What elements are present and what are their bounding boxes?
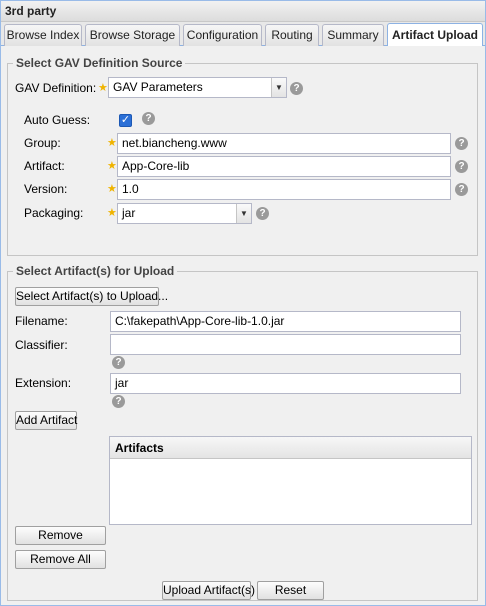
checkmark-icon: ✓: [120, 114, 131, 126]
artifact-label: Artifact:: [24, 159, 65, 173]
required-star-icon: ★: [107, 137, 117, 149]
tab-artifact-upload[interactable]: Artifact Upload: [387, 23, 483, 46]
tab-routing[interactable]: Routing: [265, 24, 319, 46]
artifact-upload-panel: Select GAV Definition Source GAV Definit…: [1, 47, 485, 605]
nexus-repository-panel: 3rd party Browse Index Browse Storage Co…: [0, 0, 486, 606]
help-icon[interactable]: ?: [455, 137, 468, 150]
tab-browse-index[interactable]: Browse Index: [4, 24, 82, 46]
remove-button[interactable]: Remove: [15, 526, 106, 545]
artifacts-grid: Artifacts: [109, 436, 472, 525]
chevron-down-icon: ▼: [236, 204, 251, 223]
auto-guess-label: Auto Guess:: [24, 113, 91, 127]
chevron-down-icon: ▼: [271, 78, 286, 97]
packaging-value: jar: [122, 206, 136, 220]
gav-definition-select[interactable]: GAV Parameters ▼: [108, 77, 287, 98]
help-icon[interactable]: ?: [256, 207, 269, 220]
help-icon[interactable]: ?: [142, 112, 155, 125]
auto-guess-checkbox[interactable]: ✓: [119, 114, 132, 127]
required-star-icon: ★: [98, 82, 108, 94]
artifact-input[interactable]: App-Core-lib: [117, 156, 451, 177]
gav-definition-label: GAV Definition:: [15, 81, 97, 95]
tab-summary[interactable]: Summary: [322, 24, 384, 46]
filename-label: Filename:: [15, 314, 68, 328]
reset-button[interactable]: Reset: [257, 581, 324, 600]
classifier-label: Classifier:: [15, 338, 68, 352]
classifier-input[interactable]: [110, 334, 461, 355]
gav-definition-value: GAV Parameters: [113, 80, 203, 94]
upload-artifacts-button[interactable]: Upload Artifact(s): [162, 581, 255, 600]
artifacts-grid-header: Artifacts: [110, 437, 471, 459]
upload-section-legend: Select Artifact(s) for Upload: [13, 264, 178, 278]
help-icon[interactable]: ?: [112, 395, 125, 408]
add-artifact-button[interactable]: Add Artifact: [15, 411, 77, 430]
group-input[interactable]: net.biancheng.www: [117, 133, 451, 154]
help-icon[interactable]: ?: [112, 356, 125, 369]
filename-input[interactable]: C:\fakepath\App-Core-lib-1.0.jar: [110, 311, 461, 332]
help-icon[interactable]: ?: [290, 82, 303, 95]
required-star-icon: ★: [107, 207, 117, 219]
tab-strip: Browse Index Browse Storage Configuratio…: [1, 22, 485, 46]
tab-browse-storage[interactable]: Browse Storage: [85, 24, 180, 46]
remove-all-button[interactable]: Remove All: [15, 550, 106, 569]
help-icon[interactable]: ?: [455, 160, 468, 173]
gav-section-legend: Select GAV Definition Source: [13, 56, 186, 70]
required-star-icon: ★: [107, 183, 117, 195]
version-label: Version:: [24, 182, 68, 196]
select-artifacts-button[interactable]: Select Artifact(s) to Upload...: [15, 287, 168, 306]
group-label: Group:: [24, 136, 61, 150]
extension-label: Extension:: [15, 376, 72, 390]
panel-title: 3rd party: [1, 1, 485, 22]
help-icon[interactable]: ?: [455, 183, 468, 196]
packaging-select[interactable]: jar ▼: [117, 203, 252, 224]
packaging-label: Packaging:: [24, 206, 84, 220]
extension-input[interactable]: jar: [110, 373, 461, 394]
required-star-icon: ★: [107, 160, 117, 172]
version-input[interactable]: 1.0: [117, 179, 451, 200]
tab-configuration[interactable]: Configuration: [183, 24, 262, 46]
